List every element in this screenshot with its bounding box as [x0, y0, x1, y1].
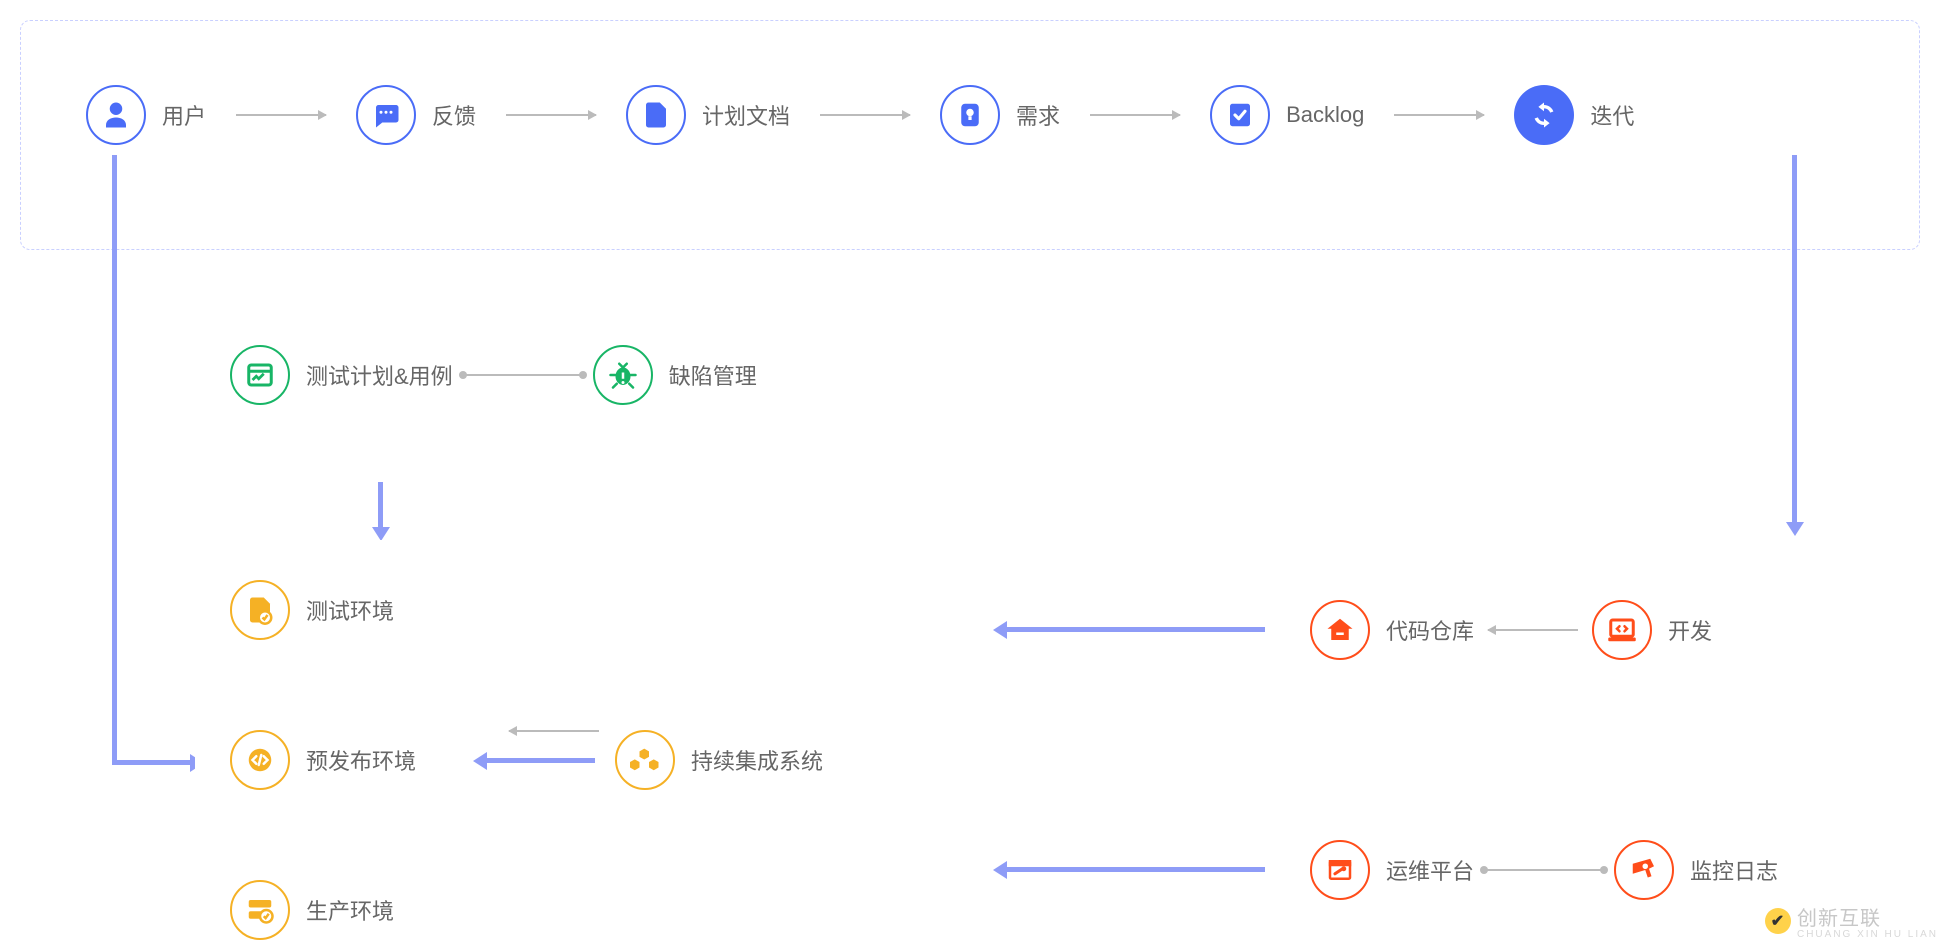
node-label: 预发布环境 [306, 744, 416, 776]
window-chart-icon [230, 345, 290, 405]
node-pre-release-env: 预发布环境 [230, 730, 416, 790]
node-label: 测试计划&用例 [306, 359, 453, 391]
node-label: 生产环境 [306, 894, 394, 926]
sync-icon [1514, 85, 1574, 145]
arrow-left-icon [993, 621, 1007, 639]
env-card: 测试环境 预发布环境 持续集成系统 生产环境 [195, 540, 995, 950]
code-circle-icon [230, 730, 290, 790]
logo-icon: ✔ [1765, 908, 1791, 934]
server-check-icon [230, 880, 290, 940]
message-icon [356, 85, 416, 145]
node-prod-env: 生产环境 [230, 880, 394, 940]
node-label: 测试环境 [306, 594, 394, 626]
flow-line [1005, 867, 1265, 872]
home-icon [1310, 600, 1370, 660]
node-monitor-log: 监控日志 [1614, 840, 1778, 900]
node-requirements: 需求 [940, 85, 1060, 145]
node-label: 开发 [1668, 614, 1712, 646]
watermark-sub: CHUANG XIN HU LIAN [1797, 929, 1938, 940]
document-icon [626, 85, 686, 145]
arrow-left-icon [1488, 629, 1578, 631]
node-label: 迭代 [1590, 99, 1634, 131]
watermark-brand: 创新互联 [1797, 902, 1938, 931]
node-label: 用户 [162, 99, 206, 131]
flow-line [378, 482, 383, 530]
connector-line-icon [1484, 869, 1604, 871]
cubes-icon [615, 730, 675, 790]
doc-check-icon [230, 580, 290, 640]
connector-line-icon [463, 374, 583, 376]
arrow-right-icon [506, 114, 596, 116]
node-label: Backlog [1286, 102, 1364, 128]
flow-line [112, 155, 117, 765]
flow-line [1005, 627, 1265, 632]
arrow-right-icon [1394, 114, 1484, 116]
node-user: 用户 [86, 85, 206, 145]
node-label: 持续集成系统 [691, 744, 823, 776]
arrow-right-icon [820, 114, 910, 116]
node-label: 反馈 [432, 99, 476, 131]
window-tool-icon [1310, 840, 1370, 900]
dev-card: 代码仓库 开发 [1265, 540, 1920, 720]
node-ops-platform: 运维平台 [1310, 840, 1474, 900]
node-repo: 代码仓库 [1310, 600, 1474, 660]
node-ci-system: 持续集成系统 [615, 730, 823, 790]
camera-icon [1614, 840, 1674, 900]
top-flow-row: 用户 反馈 计划文档 需求 [86, 85, 1634, 145]
node-label: 代码仓库 [1386, 614, 1474, 646]
node-label: 运维平台 [1386, 854, 1474, 886]
test-card: 测试计划&用例 缺陷管理 [195, 265, 995, 485]
node-backlog: Backlog [1210, 85, 1364, 145]
node-label: 需求 [1016, 99, 1060, 131]
flow-line [1792, 155, 1797, 525]
arrow-right-icon [236, 114, 326, 116]
laptop-code-icon [1592, 600, 1652, 660]
arrow-down-icon [372, 527, 390, 541]
node-feedback: 反馈 [356, 85, 476, 145]
arrow-left-icon [993, 861, 1007, 879]
node-label: 缺陷管理 [669, 359, 757, 391]
node-test-env: 测试环境 [230, 580, 394, 640]
user-icon [86, 85, 146, 145]
arrow-left-icon [473, 752, 487, 770]
flow-line [112, 760, 192, 765]
node-plan-doc: 计划文档 [626, 85, 790, 145]
arrow-down-icon [1786, 522, 1804, 536]
arrow-right-icon [1090, 114, 1180, 116]
node-defect: 缺陷管理 [593, 345, 757, 405]
diagram-canvas: 用户 反馈 计划文档 需求 [0, 0, 1956, 950]
bug-icon [593, 345, 653, 405]
node-dev: 开发 [1592, 600, 1712, 660]
arrow-left-icon [509, 730, 599, 732]
node-label: 监控日志 [1690, 854, 1778, 886]
flow-line [485, 758, 595, 763]
node-label: 计划文档 [702, 99, 790, 131]
top-flow-box: 用户 反馈 计划文档 需求 [20, 20, 1920, 250]
card-check-icon [1210, 85, 1270, 145]
node-iteration: 迭代 [1514, 85, 1634, 145]
node-test-plan: 测试计划&用例 [230, 345, 453, 405]
bulb-icon [940, 85, 1000, 145]
watermark: ✔ 创新互联 CHUANG XIN HU LIAN [1765, 902, 1938, 940]
